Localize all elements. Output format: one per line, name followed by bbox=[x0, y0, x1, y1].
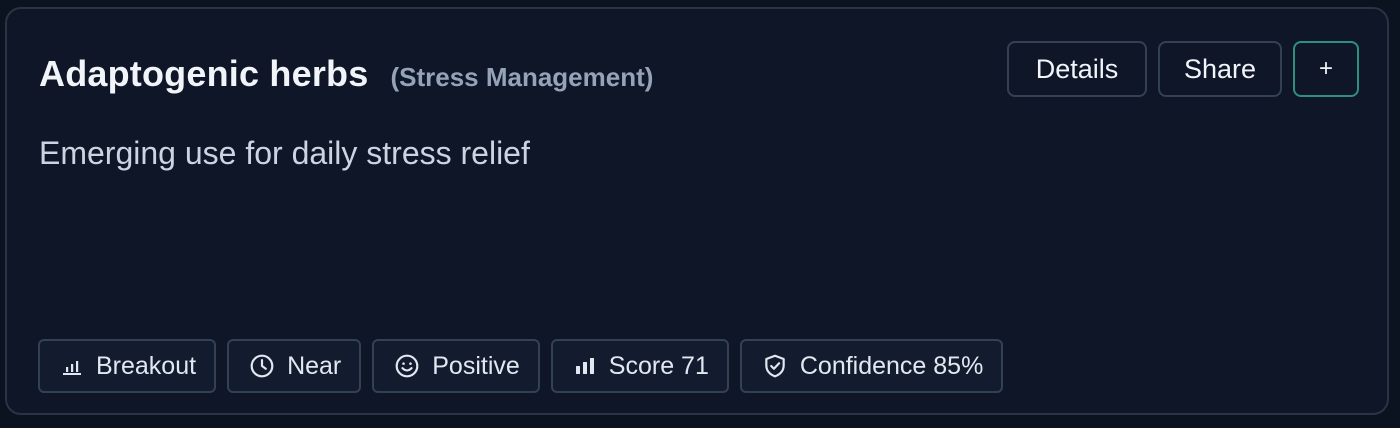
card-description: Emerging use for daily stress relief bbox=[39, 135, 530, 171]
title-row: Adaptogenic herbs (Stress Management) bbox=[39, 53, 653, 95]
badge-row: Breakout Near Positive Score 71 Confiden… bbox=[38, 339, 1004, 393]
badge-label: Near bbox=[287, 351, 342, 380]
details-button[interactable]: Details bbox=[1007, 41, 1147, 97]
share-button[interactable]: Share bbox=[1158, 41, 1282, 97]
badge-score: Score 71 bbox=[550, 339, 729, 393]
smile-icon bbox=[395, 354, 419, 378]
bar-chart-icon bbox=[63, 361, 81, 375]
badge-sentiment: Positive bbox=[372, 339, 540, 393]
badge-confidence: Confidence 85% bbox=[739, 339, 1004, 393]
shield-check-icon bbox=[765, 354, 785, 378]
badge-label: Score 71 bbox=[608, 351, 709, 380]
badge-breakout: Breakout bbox=[38, 339, 217, 393]
add-button[interactable]: + bbox=[1293, 41, 1359, 97]
badge-timing: Near bbox=[227, 339, 362, 393]
trend-card: Adaptogenic herbs (Stress Management) Em… bbox=[5, 7, 1389, 415]
badge-label: Confidence 85% bbox=[799, 351, 984, 380]
card-title: Adaptogenic herbs bbox=[39, 53, 369, 94]
clock-icon bbox=[250, 354, 274, 378]
badge-label: Breakout bbox=[96, 351, 197, 380]
category-label: (Stress Management) bbox=[390, 62, 654, 92]
card-actions: Details Share + bbox=[1007, 41, 1359, 97]
badge-label: Positive bbox=[432, 351, 520, 380]
signal-bars-icon bbox=[575, 358, 594, 374]
